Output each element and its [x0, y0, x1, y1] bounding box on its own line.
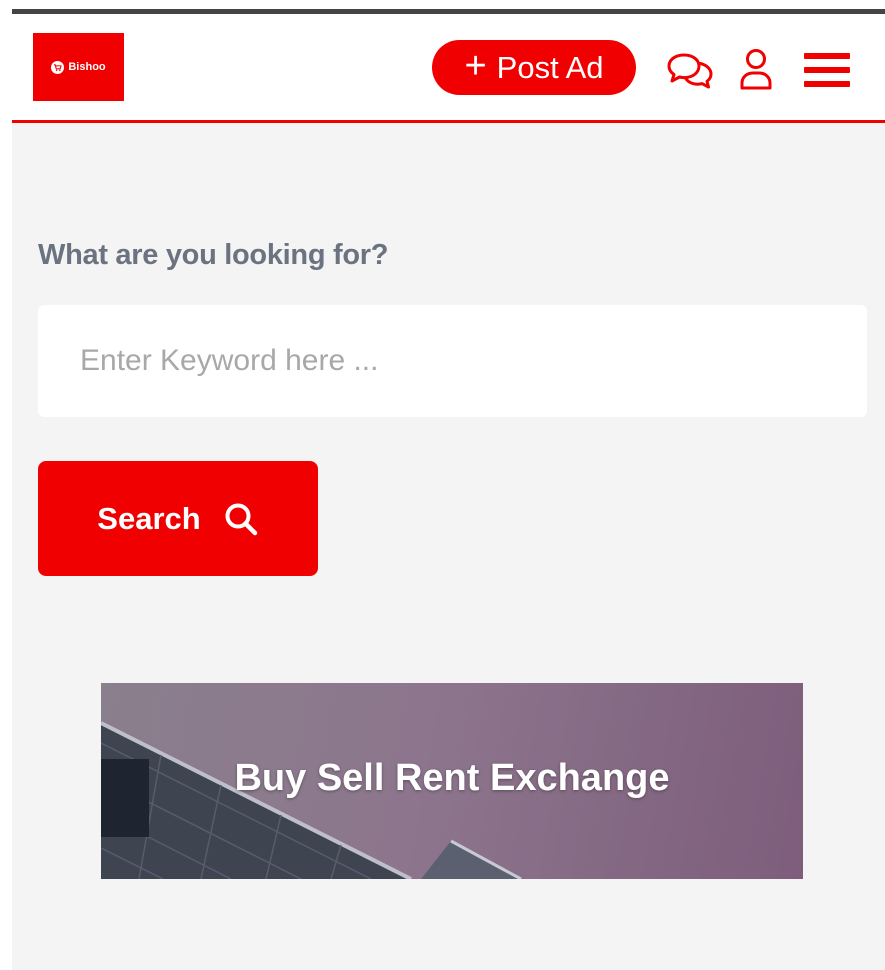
search-question-label: What are you looking for? — [38, 239, 389, 271]
menu-icon[interactable] — [802, 50, 852, 90]
logo[interactable]: Bishoo — [33, 33, 124, 101]
search-icon — [223, 501, 259, 537]
banner-title: Buy Sell Rent Exchange — [234, 757, 670, 799]
search-button-label: Search — [97, 500, 201, 536]
promo-banner[interactable]: Buy Sell Rent Exchange — [101, 683, 803, 879]
plus-icon: + — [464, 45, 487, 87]
main-content: What are you looking for? Search — [12, 123, 885, 970]
site-header: Bishoo + Post Ad — [12, 14, 885, 121]
search-field[interactable] — [38, 305, 867, 417]
post-ad-label: Post Ad — [496, 49, 604, 85]
search-input[interactable] — [38, 305, 867, 417]
search-button[interactable]: Search — [38, 461, 318, 576]
post-ad-button[interactable]: + Post Ad — [432, 40, 636, 95]
logo-text: Bishoo — [68, 61, 106, 73]
user-icon[interactable] — [739, 48, 773, 92]
cart-icon — [51, 60, 65, 74]
chat-icon[interactable] — [666, 50, 714, 90]
